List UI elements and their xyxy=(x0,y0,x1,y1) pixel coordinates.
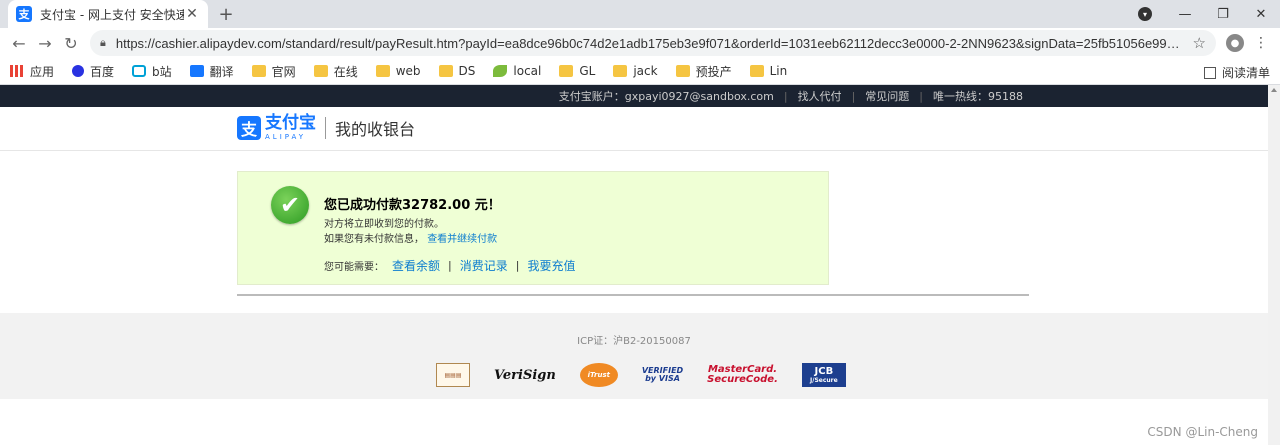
separator: | xyxy=(783,89,788,103)
jcb-jsecure-badge[interactable]: JCB J/Secure xyxy=(801,363,846,387)
itrust-badge[interactable]: iTrust xyxy=(579,363,618,387)
baidu-paw-icon xyxy=(72,65,85,77)
bookmark-star-icon[interactable]: ☆ xyxy=(1193,34,1206,52)
view-balance-link[interactable]: 查看余额 xyxy=(392,257,440,274)
account-info: 支付宝账户：gxpayi0927@sandbox.com xyxy=(558,90,774,103)
bookmark-gl[interactable]: GL xyxy=(559,64,595,78)
browser-toolbar: ← → ↻ 🔒︎ https://cashier.alipaydev.com/s… xyxy=(0,28,1280,58)
suggested-actions: 您可能需要： 查看余额 | 消费记录 | 我要充值 xyxy=(324,257,583,274)
icp-license: ICP证：沪B2-20150087 xyxy=(577,336,691,347)
consumption-records-link[interactable]: 消费记录 xyxy=(460,257,508,274)
folder-icon xyxy=(749,65,764,77)
bookmark-lin[interactable]: Lin xyxy=(749,64,787,78)
payment-success-panel: ✔ 您已成功付款32782.00 元！ 对方将立即收到您的付款。 如果您有未付款… xyxy=(237,171,829,285)
leaf-icon xyxy=(493,65,508,77)
alipay-favicon-icon: 支 xyxy=(16,6,32,22)
reload-icon[interactable]: ↻ xyxy=(58,30,84,56)
folder-icon xyxy=(613,65,628,77)
alipay-logo-icon: 支 xyxy=(237,116,261,140)
maybe-need-label: 您可能需要： xyxy=(324,262,384,273)
close-window-icon[interactable]: ✕ xyxy=(1242,0,1280,28)
folder-icon xyxy=(438,65,453,77)
bookmark-preprod[interactable]: 预投产 xyxy=(675,63,732,80)
page-title: 我的收银台 xyxy=(335,120,416,139)
bookmark-bilibili[interactable]: b站 xyxy=(132,63,172,80)
separator: | xyxy=(919,89,923,103)
tab-title: 支付宝 - 网上支付 安全快速! xyxy=(40,7,184,22)
reading-list-button[interactable]: 阅读清单 xyxy=(1203,64,1270,81)
page-footer: ICP证：沪B2-20150087 ▤▤▤ VeriSign iTrust VE… xyxy=(0,313,1268,399)
cashier-header: 支 支付宝 ALIPAY 我的收银台 xyxy=(0,107,1268,151)
account-icon[interactable]: ● xyxy=(1222,30,1248,56)
browser-tab[interactable]: 支 支付宝 - 网上支付 安全快速! ✕ xyxy=(8,0,208,28)
page-scrollbar[interactable] xyxy=(1268,85,1280,445)
success-check-icon: ✔ xyxy=(271,186,309,224)
bookmark-ds[interactable]: DS xyxy=(438,64,475,78)
payment-success-title: 您已成功付款32782.00 元！ xyxy=(324,198,501,213)
folder-icon xyxy=(675,65,690,77)
new-tab-icon[interactable]: + xyxy=(216,4,236,25)
bookmark-apps[interactable]: 应用 xyxy=(10,63,54,80)
back-icon[interactable]: ← xyxy=(6,30,32,56)
folder-icon xyxy=(251,65,266,77)
scroll-up-icon[interactable] xyxy=(1271,88,1277,92)
apps-grid-icon xyxy=(10,65,24,77)
alipay-logo[interactable]: 支 支付宝 ALIPAY 我的收银台 xyxy=(237,115,415,141)
close-tab-icon[interactable]: ✕ xyxy=(184,6,200,22)
bookmark-translate[interactable]: 翻译 xyxy=(189,63,234,80)
translate-icon xyxy=(189,65,204,77)
faq-link[interactable]: 常见问题 xyxy=(865,88,909,104)
minimize-icon[interactable]: — xyxy=(1166,0,1204,28)
view-continue-pay-link[interactable]: 查看并继续付款 xyxy=(427,234,497,245)
page-viewport: 支付宝账户：gxpayi0927@sandbox.com | 找人代付 | 常见… xyxy=(0,85,1268,445)
separator: | xyxy=(851,89,856,103)
bookmark-baidu[interactable]: 百度 xyxy=(72,63,114,80)
mastercard-securecode-badge[interactable]: MasterCard. SecureCode. xyxy=(707,363,778,387)
address-bar[interactable]: 🔒︎ https://cashier.alipaydev.com/standar… xyxy=(90,30,1216,56)
license-certificate-icon[interactable]: ▤▤▤ xyxy=(436,363,470,387)
folder-icon xyxy=(375,65,390,77)
separator: | xyxy=(448,259,452,272)
logo-divider xyxy=(325,117,326,139)
verified-by-visa-badge[interactable]: VERIFIED by VISA xyxy=(642,363,683,387)
bookmark-web[interactable]: web xyxy=(375,64,421,78)
forward-icon[interactable]: → xyxy=(32,30,58,56)
browser-tab-bar: 支 支付宝 - 网上支付 安全快速! ✕ + ▾ — ❐ ✕ xyxy=(0,0,1280,28)
security-certifications: ▤▤▤ VeriSign iTrust VERIFIED by VISA Mas… xyxy=(436,363,870,387)
chrome-profile-icon[interactable]: ▾ xyxy=(1138,7,1152,21)
separator: | xyxy=(515,259,520,272)
bookmark-online[interactable]: 在线 xyxy=(313,63,358,80)
content-divider xyxy=(237,294,1029,296)
find-agent-link[interactable]: 找人代付 xyxy=(798,88,842,104)
alipay-top-bar: 支付宝账户：gxpayi0927@sandbox.com | 找人代付 | 常见… xyxy=(0,85,1268,107)
hotline-text: 唯一热线：95188 xyxy=(933,90,1023,103)
lock-icon[interactable]: 🔒︎ xyxy=(100,36,106,50)
bilibili-tv-icon xyxy=(132,65,147,77)
folder-icon xyxy=(313,65,328,77)
bookmark-official[interactable]: 官网 xyxy=(251,63,296,80)
maximize-icon[interactable]: ❐ xyxy=(1204,0,1242,28)
menu-icon[interactable]: ⋮ xyxy=(1248,30,1274,56)
url-text[interactable]: https://cashier.alipaydev.com/standard/r… xyxy=(116,36,1187,51)
payment-notice: 对方将立即收到您的付款。 xyxy=(324,219,444,230)
window-controls: — ❐ ✕ xyxy=(1166,0,1280,28)
bookmark-jack[interactable]: jack xyxy=(613,64,658,78)
logo-text: 支付宝 ALIPAY xyxy=(265,113,316,141)
folder-icon xyxy=(559,65,574,77)
bookmarks-bar: 应用 百度 b站 翻译 官网 在线 web DS local GL jack 预… xyxy=(0,58,1280,85)
verisign-badge[interactable]: VeriSign xyxy=(494,363,556,387)
unpaid-notice: 如果您有未付款信息， 查看并继续付款 xyxy=(324,234,498,245)
bookmark-local[interactable]: local xyxy=(493,64,541,78)
reading-list-icon xyxy=(1203,66,1216,79)
avatar: ● xyxy=(1226,34,1244,52)
recharge-link[interactable]: 我要充值 xyxy=(527,257,575,274)
csdn-watermark: CSDN @Lin-Cheng xyxy=(1147,425,1258,439)
